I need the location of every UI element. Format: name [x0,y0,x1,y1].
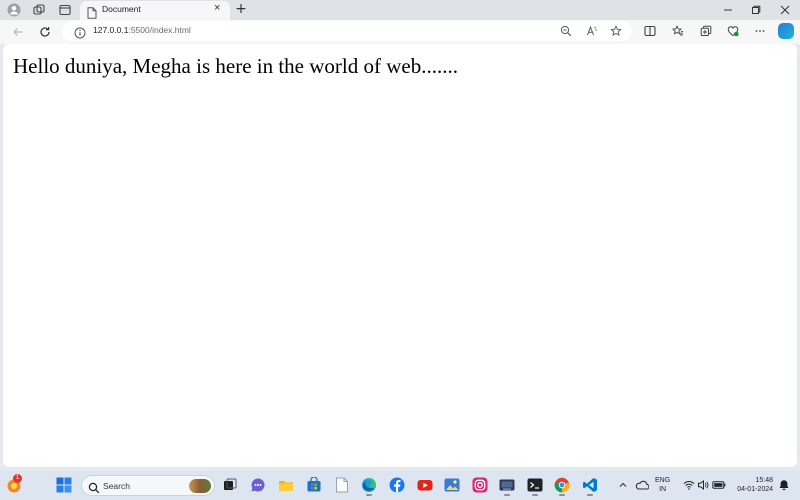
zoom-icon[interactable] [558,23,574,39]
back-button[interactable] [10,24,26,40]
workspaces-icon[interactable] [31,2,47,18]
search-highlight-image [189,479,211,493]
collections-icon[interactable] [698,23,714,39]
clock-date: 04-01-2024 [737,486,773,493]
tab-document[interactable]: Document × [80,1,230,20]
more-options-icon[interactable] [752,23,768,39]
chat-app-icon[interactable] [249,476,267,494]
url-path: :5500/index.html [128,25,191,35]
browser-essentials-icon[interactable] [725,23,741,39]
facebook-icon[interactable] [388,476,406,494]
task-view-icon[interactable] [221,476,239,494]
edge-browser-icon[interactable] [360,476,378,494]
restore-button[interactable] [742,0,770,20]
vscode-active-indicator [587,494,593,496]
notepad-icon[interactable] [333,476,351,494]
page-body-text: Hello duniya, Megha is here in the world… [13,54,458,78]
video-player-active-indicator [504,494,510,496]
favorites-icon[interactable] [670,23,686,39]
youtube-icon[interactable] [416,476,434,494]
language-code: ENG [655,477,671,484]
chrome-active-indicator [559,494,565,496]
terminal-icon[interactable] [526,476,544,494]
split-screen-icon[interactable] [642,23,658,39]
page-viewport: Hello duniya, Megha is here in the world… [3,44,797,467]
new-tab-button[interactable]: + [233,1,249,17]
copilot-icon[interactable] [778,23,794,39]
edge-active-indicator [366,494,372,496]
show-hidden-icons-chevron-up-icon[interactable] [614,476,632,494]
minimize-button[interactable] [714,0,742,20]
language-region: IN [659,486,667,493]
photos-app-icon[interactable] [443,476,461,494]
file-explorer-icon[interactable] [277,476,295,494]
chrome-icon[interactable] [553,476,571,494]
start-button[interactable] [55,476,73,494]
url-host: 127.0.0.1 [93,25,129,35]
system-clock[interactable]: 15:48 04-01-2024 [731,476,773,494]
notifications-bell-icon[interactable] [775,476,793,494]
browser-toolbar: 127.0.0.1:5500/index.html [0,20,800,44]
battery-icon[interactable] [710,476,728,494]
close-window-button[interactable] [771,0,799,20]
video-player-icon[interactable] [498,476,516,494]
notification-badge: 1 [13,474,22,483]
vscode-icon[interactable] [581,476,599,494]
instagram-icon[interactable] [471,476,489,494]
microsoft-store-icon[interactable] [305,476,323,494]
tab-title: Document [102,4,141,14]
site-info-icon[interactable] [74,24,86,43]
profile-icon[interactable] [6,2,22,18]
tab-close-icon[interactable]: × [214,2,220,14]
taskbar-search[interactable]: Search [81,475,215,496]
address-bar[interactable]: 127.0.0.1:5500/index.html [62,21,632,41]
refresh-button[interactable] [37,24,53,40]
onedrive-icon[interactable] [633,476,651,494]
favorite-star-icon[interactable] [608,23,624,39]
language-indicator[interactable]: ENG IN [655,476,670,494]
search-icon [88,479,100,498]
search-placeholder: Search [103,481,130,491]
terminal-active-indicator [532,494,538,496]
clock-time: 15:48 [755,477,773,484]
read-aloud-icon[interactable] [584,23,600,39]
taskbar: 1 Search ENG IN 15:48 04-01-2024 [0,471,800,500]
tab-actions-icon[interactable] [57,2,73,18]
url-text[interactable]: 127.0.0.1:5500/index.html [93,25,191,35]
browser-title-bar: Document × + [0,0,800,20]
